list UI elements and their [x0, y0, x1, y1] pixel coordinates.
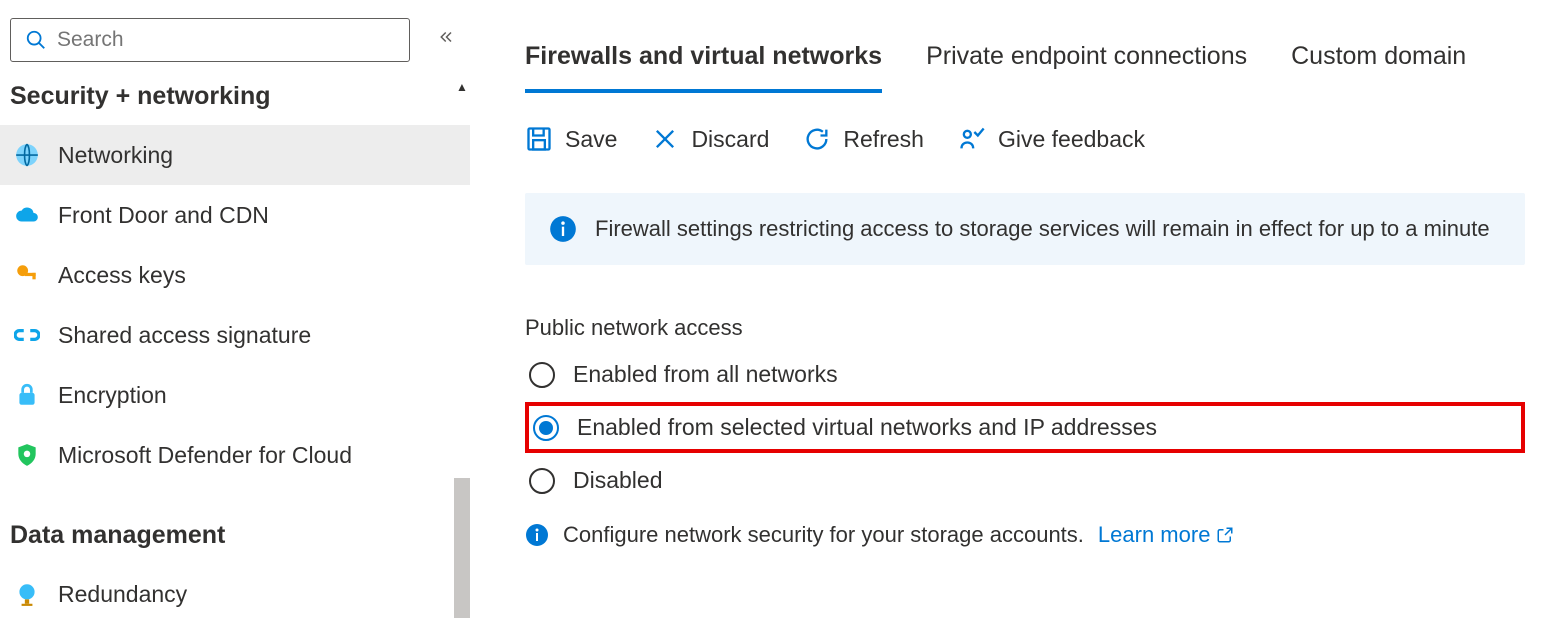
tab-bar: Firewalls and virtual networks Private e…: [525, 30, 1525, 93]
radio-disabled[interactable]: Disabled: [525, 459, 1525, 502]
save-button[interactable]: Save: [525, 125, 617, 153]
sidebar-item-label: Microsoft Defender for Cloud: [58, 442, 352, 469]
sidebar-item-label: Shared access signature: [58, 322, 311, 349]
cloud-icon: [14, 202, 40, 228]
hint-row: Configure network security for your stor…: [525, 522, 1525, 548]
feedback-button[interactable]: Give feedback: [958, 125, 1145, 153]
toolbar-label: Refresh: [843, 126, 924, 153]
scroll-thumb[interactable]: [454, 478, 470, 618]
nav-list-data: Redundancy: [0, 564, 470, 624]
hint-text: Configure network security for your stor…: [563, 522, 1084, 548]
radio-icon: [533, 415, 559, 441]
sidebar: Security + networking Networking Front D…: [0, 0, 470, 618]
search-box[interactable]: [10, 18, 410, 62]
sidebar-item-label: Redundancy: [58, 581, 187, 608]
radio-all-networks[interactable]: Enabled from all networks: [525, 353, 1525, 396]
save-icon: [525, 125, 553, 153]
main-content: Firewalls and virtual networks Private e…: [470, 0, 1545, 618]
sidebar-item-label: Front Door and CDN: [58, 202, 269, 229]
tab-custom-domain[interactable]: Custom domain: [1291, 30, 1466, 93]
external-link-icon: [1216, 526, 1234, 544]
tab-firewalls[interactable]: Firewalls and virtual networks: [525, 30, 882, 93]
lock-icon: [14, 382, 40, 408]
key-icon: [14, 262, 40, 288]
radio-icon: [529, 362, 555, 388]
link-label: Learn more: [1098, 522, 1211, 548]
sidebar-item-label: Encryption: [58, 382, 167, 409]
collapse-sidebar-button[interactable]: [430, 22, 460, 58]
radio-icon: [529, 468, 555, 494]
toolbar-label: Save: [565, 126, 617, 153]
info-banner-text: Firewall settings restricting access to …: [595, 216, 1490, 242]
feedback-icon: [958, 125, 986, 153]
sidebar-item-front-door[interactable]: Front Door and CDN: [0, 185, 470, 245]
sidebar-item-networking[interactable]: Networking: [0, 125, 470, 185]
search-row: [0, 0, 470, 72]
toolbar-label: Give feedback: [998, 126, 1145, 153]
learn-more-link[interactable]: Learn more: [1098, 522, 1235, 548]
sidebar-section-security: Security + networking: [0, 72, 470, 125]
radio-label: Enabled from selected virtual networks a…: [577, 414, 1157, 441]
discard-icon: [651, 125, 679, 153]
refresh-icon: [803, 125, 831, 153]
toolbar: Save Discard Refresh Give feedback: [525, 125, 1525, 153]
toolbar-label: Discard: [691, 126, 769, 153]
info-banner: Firewall settings restricting access to …: [525, 193, 1525, 265]
sidebar-item-access-keys[interactable]: Access keys: [0, 245, 470, 305]
search-input[interactable]: [57, 28, 395, 52]
link-icon: [14, 322, 40, 348]
discard-button[interactable]: Discard: [651, 125, 769, 153]
sidebar-item-defender[interactable]: Microsoft Defender for Cloud: [0, 425, 470, 485]
sidebar-item-label: Networking: [58, 142, 173, 169]
sidebar-item-redundancy[interactable]: Redundancy: [0, 564, 470, 624]
globe-stand-icon: [14, 581, 40, 607]
radio-label: Enabled from all networks: [573, 361, 838, 388]
scroll-up-icon[interactable]: ▲: [456, 80, 468, 94]
radio-selected-networks[interactable]: Enabled from selected virtual networks a…: [525, 402, 1525, 453]
sidebar-section-data: Data management: [0, 511, 470, 564]
radio-label: Disabled: [573, 467, 663, 494]
tab-private-endpoints[interactable]: Private endpoint connections: [926, 30, 1247, 93]
search-icon: [25, 29, 47, 51]
globe-icon: [14, 142, 40, 168]
refresh-button[interactable]: Refresh: [803, 125, 924, 153]
shield-icon: [14, 442, 40, 468]
info-icon: [549, 215, 577, 243]
sidebar-item-sas[interactable]: Shared access signature: [0, 305, 470, 365]
sidebar-item-label: Access keys: [58, 262, 186, 289]
public-access-radio-group: Enabled from all networks Enabled from s…: [525, 353, 1525, 502]
info-icon: [525, 523, 549, 547]
public-access-label: Public network access: [525, 315, 1525, 341]
sidebar-scrollbar[interactable]: ▲: [454, 80, 470, 618]
sidebar-item-encryption[interactable]: Encryption: [0, 365, 470, 425]
nav-list-security: Networking Front Door and CDN Access key…: [0, 125, 470, 485]
